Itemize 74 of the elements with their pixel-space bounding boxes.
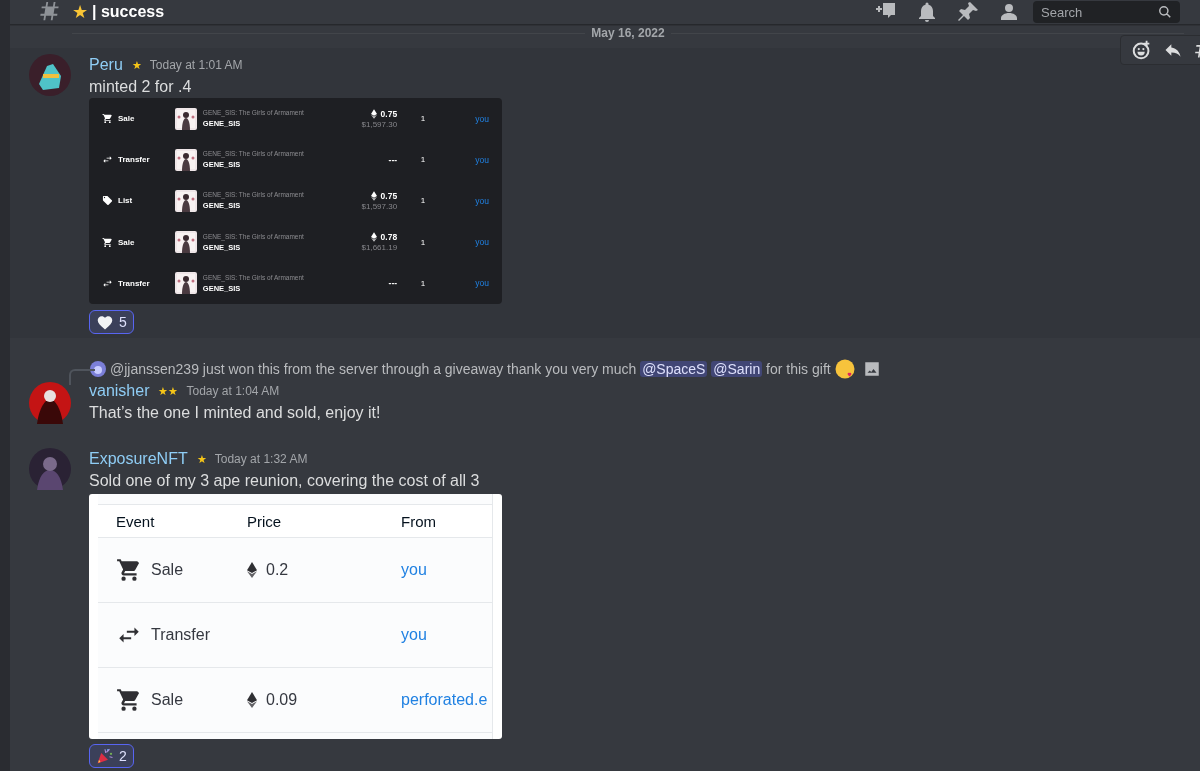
ethereum-icon bbox=[247, 562, 257, 578]
party-popper-icon bbox=[96, 747, 114, 765]
role-stars: ★★ bbox=[158, 384, 179, 398]
username[interactable]: vanisher bbox=[89, 382, 150, 400]
usd-price: $1,597.30 bbox=[361, 201, 398, 211]
price: 0.75 bbox=[380, 190, 398, 201]
message-text: Sold one of my 3 ape reunion, covering the cost of all 3 bbox=[89, 471, 481, 491]
avatar bbox=[29, 382, 71, 424]
event-label: Sale bbox=[151, 691, 184, 709]
price: 0.09 bbox=[266, 691, 298, 709]
reply-text: @jjanssen239 just won this from the server through a giveaway thank you very much @SpaceS @Sarin for this gift bbox=[110, 361, 831, 377]
username[interactable]: Peru bbox=[89, 56, 123, 74]
heart-icon bbox=[96, 314, 114, 330]
column-header: Price bbox=[246, 511, 283, 532]
ethereum-icon bbox=[370, 232, 377, 243]
cart-icon bbox=[102, 113, 113, 125]
quantity: 1 bbox=[419, 114, 426, 124]
user-link[interactable]: you bbox=[475, 113, 489, 124]
user-link[interactable]: you bbox=[475, 278, 489, 289]
event-label: Transfer bbox=[118, 278, 150, 288]
message-text: That’s the one I minted and sold, enjoy it! bbox=[89, 403, 382, 423]
ethereum-icon bbox=[370, 190, 377, 201]
column-header: From bbox=[400, 511, 437, 532]
cart-icon bbox=[102, 236, 113, 248]
reaction-button[interactable]: 5 bbox=[89, 310, 134, 334]
quantity: 1 bbox=[419, 278, 426, 288]
tag-icon bbox=[102, 195, 113, 207]
user-link[interactable]: you bbox=[475, 237, 489, 248]
search-icon bbox=[1158, 5, 1172, 19]
event-label: Transfer bbox=[151, 626, 210, 644]
timestamp: Today at 1:32 AM bbox=[214, 452, 308, 466]
reaction-button[interactable]: 2 bbox=[89, 744, 134, 768]
username[interactable]: ExposureNFT bbox=[89, 450, 188, 468]
kiss-emoji-icon bbox=[834, 359, 855, 379]
message-text: minted 2 for .4 bbox=[89, 77, 193, 97]
user-link[interactable]: you bbox=[401, 626, 427, 644]
event-label: Sale bbox=[118, 237, 135, 247]
pin-icon[interactable] bbox=[956, 0, 980, 24]
column-header: Event bbox=[115, 511, 156, 532]
hash-icon bbox=[38, 1, 60, 23]
price: --- bbox=[388, 154, 398, 165]
ethereum-icon bbox=[370, 108, 377, 119]
ethereum-icon bbox=[247, 692, 257, 708]
user-link[interactable]: you bbox=[475, 195, 489, 206]
price: --- bbox=[388, 278, 398, 289]
event-label: Sale bbox=[151, 561, 184, 579]
star-emoji: ★ bbox=[72, 1, 88, 23]
event-label: Sale bbox=[118, 114, 135, 124]
avatar bbox=[90, 361, 106, 377]
quantity: 1 bbox=[419, 155, 426, 165]
cart-icon bbox=[116, 687, 142, 713]
user-link[interactable]: perforated.e bbox=[401, 691, 488, 709]
timestamp: Today at 1:04 AM bbox=[186, 384, 280, 398]
quantity: 1 bbox=[419, 196, 426, 206]
event-label: Transfer bbox=[118, 155, 150, 165]
avatar bbox=[29, 448, 71, 490]
price: 0.75 bbox=[380, 108, 398, 119]
channel-name: | success bbox=[92, 3, 165, 21]
role-stars: ★ bbox=[196, 452, 207, 466]
cart-icon bbox=[116, 557, 142, 583]
image-icon[interactable] bbox=[862, 360, 881, 378]
user-link[interactable]: you bbox=[401, 561, 427, 579]
usd-price: $1,661.19 bbox=[361, 243, 398, 253]
quantity: 1 bbox=[419, 237, 426, 247]
avatar bbox=[29, 54, 71, 96]
role-stars: ★ bbox=[131, 58, 142, 72]
date-divider: May 16, 2022 bbox=[590, 26, 666, 40]
usd-price: $1,597.30 bbox=[361, 119, 398, 129]
price: 0.78 bbox=[380, 232, 398, 243]
event-label: List bbox=[118, 196, 133, 206]
price: 0.2 bbox=[266, 561, 289, 579]
user-link[interactable]: you bbox=[475, 154, 489, 165]
search-field[interactable]: Search bbox=[1033, 1, 1180, 23]
timestamp: Today at 1:01 AM bbox=[149, 58, 243, 72]
